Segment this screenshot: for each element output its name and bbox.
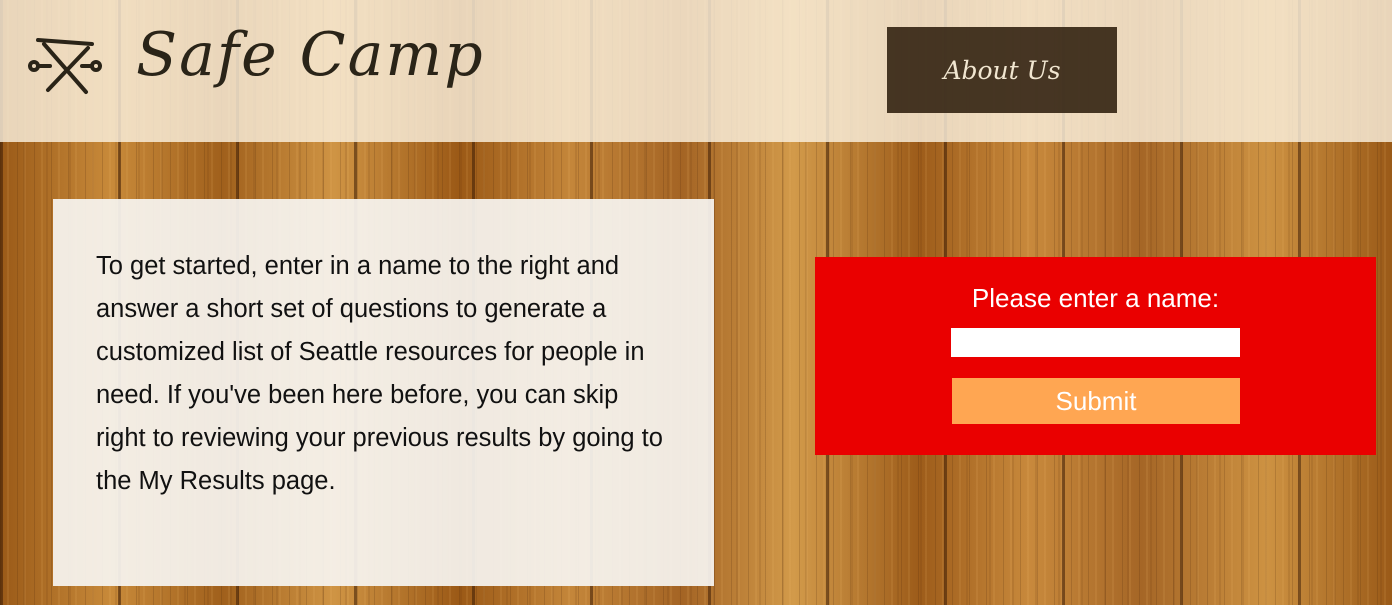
name-input[interactable] bbox=[951, 328, 1240, 357]
campfire-sticks-icon[interactable] bbox=[26, 34, 106, 96]
submit-button[interactable]: Submit bbox=[952, 378, 1240, 424]
name-form: Please enter a name: Submit bbox=[815, 257, 1376, 455]
name-prompt-label: Please enter a name: bbox=[971, 283, 1220, 313]
site-header: Safe Camp About Us bbox=[0, 0, 1392, 142]
intro-text: To get started, enter in a name to the r… bbox=[96, 252, 663, 495]
about-us-button[interactable]: About Us bbox=[887, 27, 1117, 113]
app-title[interactable]: Safe Camp bbox=[136, 20, 485, 90]
intro-panel: To get started, enter in a name to the r… bbox=[53, 199, 714, 586]
